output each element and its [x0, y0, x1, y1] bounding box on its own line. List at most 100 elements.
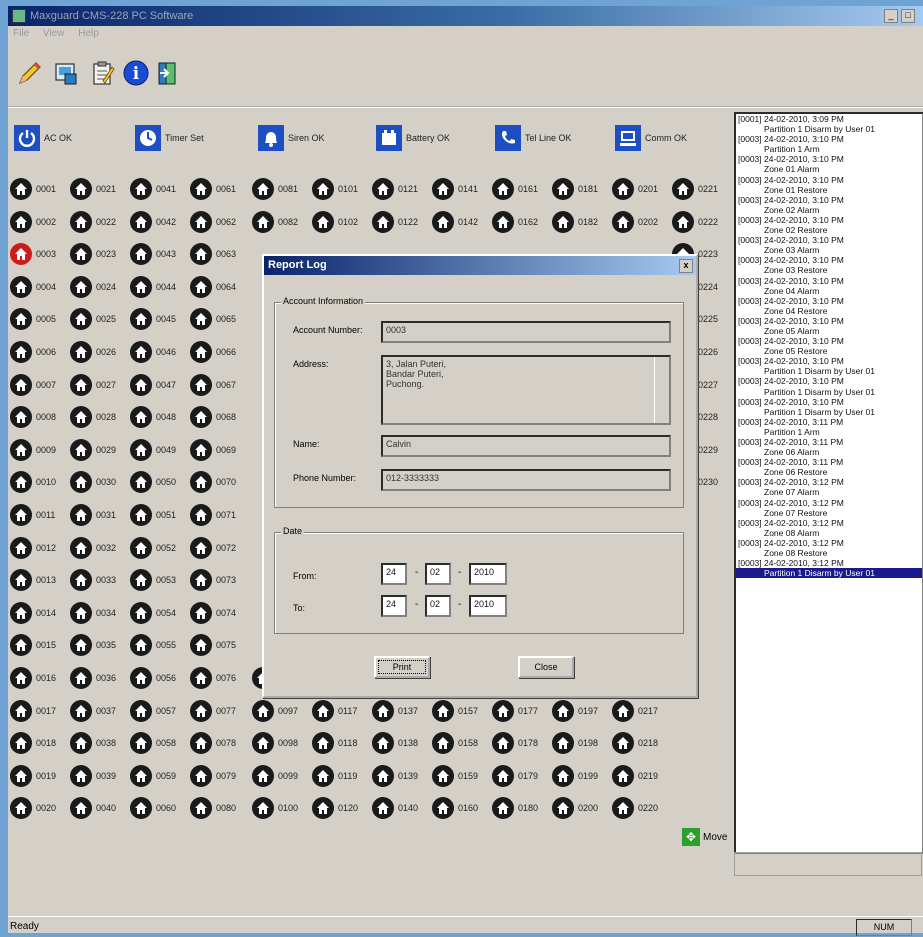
- log-entry-event[interactable]: Zone 07 Restore: [736, 508, 922, 518]
- log-entry-event[interactable]: Zone 01 Alarm: [736, 164, 922, 174]
- log-entry-header[interactable]: [0003] 24-02-2010, 3:11 PM: [736, 437, 922, 447]
- account-0005[interactable]: 0005: [10, 308, 56, 330]
- account-0098[interactable]: 0098: [252, 732, 298, 754]
- account-0013[interactable]: 0013: [10, 569, 56, 591]
- account-0004[interactable]: 0004: [10, 276, 56, 298]
- account-0063[interactable]: 0063: [190, 243, 236, 265]
- account-0159[interactable]: 0159: [432, 765, 478, 787]
- account-0051[interactable]: 0051: [130, 504, 176, 526]
- to-month-field[interactable]: 02: [425, 595, 451, 617]
- log-entry-header[interactable]: [0003] 24-02-2010, 3:12 PM: [736, 498, 922, 508]
- account-0044[interactable]: 0044: [130, 276, 176, 298]
- account-0059[interactable]: 0059: [130, 765, 176, 787]
- account-0071[interactable]: 0071: [190, 504, 236, 526]
- account-0010[interactable]: 0010: [10, 471, 56, 493]
- log-entry-event[interactable]: Partition 1 Arm: [736, 427, 922, 437]
- account-0099[interactable]: 0099: [252, 765, 298, 787]
- log-entry-header[interactable]: [0003] 24-02-2010, 3:10 PM: [736, 175, 922, 185]
- account-0031[interactable]: 0031: [70, 504, 116, 526]
- log-entry-header[interactable]: [0003] 24-02-2010, 3:12 PM: [736, 518, 922, 528]
- account-0043[interactable]: 0043: [130, 243, 176, 265]
- account-0157[interactable]: 0157: [432, 700, 478, 722]
- log-entry-event[interactable]: Partition 1 Disarm by User 01: [736, 366, 922, 376]
- log-entry-header[interactable]: [0003] 24-02-2010, 3:10 PM: [736, 336, 922, 346]
- log-entry-header[interactable]: [0003] 24-02-2010, 3:12 PM: [736, 558, 922, 568]
- account-0052[interactable]: 0052: [130, 537, 176, 559]
- log-entry-header[interactable]: [0003] 24-02-2010, 3:10 PM: [736, 276, 922, 286]
- log-entry-event[interactable]: Zone 05 Restore: [736, 346, 922, 356]
- log-entry-event[interactable]: Zone 08 Alarm: [736, 528, 922, 538]
- account-0120[interactable]: 0120: [312, 797, 358, 819]
- log-entry-event[interactable]: Zone 05 Alarm: [736, 326, 922, 336]
- address-field[interactable]: 3, Jalan Puteri, Bandar Puteri, Puchong.: [381, 355, 671, 425]
- account-0012[interactable]: 0012: [10, 537, 56, 559]
- account-0097[interactable]: 0097: [252, 700, 298, 722]
- log-entry-event[interactable]: Zone 03 Restore: [736, 265, 922, 275]
- menu-help[interactable]: Help: [78, 28, 99, 39]
- account-0040[interactable]: 0040: [70, 797, 116, 819]
- account-0221[interactable]: 0221: [672, 178, 718, 200]
- account-0062[interactable]: 0062: [190, 211, 236, 233]
- account-0073[interactable]: 0073: [190, 569, 236, 591]
- account-0061[interactable]: 0061: [190, 178, 236, 200]
- account-0101[interactable]: 0101: [312, 178, 358, 200]
- report-button[interactable]: [86, 56, 118, 90]
- account-0036[interactable]: 0036: [70, 667, 116, 689]
- account-0050[interactable]: 0050: [130, 471, 176, 493]
- account-0009[interactable]: 0009: [10, 439, 56, 461]
- log-entry-event[interactable]: Partition 1 Disarm by User 01: [736, 407, 922, 417]
- account-0201[interactable]: 0201: [612, 178, 658, 200]
- account-0064[interactable]: 0064: [190, 276, 236, 298]
- menu-view[interactable]: View: [43, 28, 65, 39]
- account-0161[interactable]: 0161: [492, 178, 538, 200]
- account-0140[interactable]: 0140: [372, 797, 418, 819]
- account-0219[interactable]: 0219: [612, 765, 658, 787]
- account-0038[interactable]: 0038: [70, 732, 116, 754]
- account-0028[interactable]: 0028: [70, 406, 116, 428]
- menu-file[interactable]: File: [13, 28, 29, 39]
- account-0160[interactable]: 0160: [432, 797, 478, 819]
- log-entry-header[interactable]: [0003] 24-02-2010, 3:10 PM: [736, 296, 922, 306]
- log-entry-event[interactable]: Zone 06 Alarm: [736, 447, 922, 457]
- account-0200[interactable]: 0200: [552, 797, 598, 819]
- account-0121[interactable]: 0121: [372, 178, 418, 200]
- account-0003[interactable]: 0003: [10, 243, 56, 265]
- log-entry-header[interactable]: [0003] 24-02-2010, 3:11 PM: [736, 457, 922, 467]
- log-entry-header[interactable]: [0003] 24-02-2010, 3:12 PM: [736, 477, 922, 487]
- log-entry-event[interactable]: Partition 1 Disarm by User 01: [736, 387, 922, 397]
- account-0220[interactable]: 0220: [612, 797, 658, 819]
- account-0070[interactable]: 0070: [190, 471, 236, 493]
- account-0006[interactable]: 0006: [10, 341, 56, 363]
- dialog-close-icon[interactable]: x: [679, 259, 693, 273]
- account-0080[interactable]: 0080: [190, 797, 236, 819]
- log-entry-header[interactable]: [0003] 24-02-2010, 3:10 PM: [736, 397, 922, 407]
- account-0014[interactable]: 0014: [10, 602, 56, 624]
- account-0076[interactable]: 0076: [190, 667, 236, 689]
- account-0035[interactable]: 0035: [70, 634, 116, 656]
- account-0048[interactable]: 0048: [130, 406, 176, 428]
- name-field[interactable]: Calvin: [381, 435, 671, 457]
- log-entry-header[interactable]: [0003] 24-02-2010, 3:10 PM: [736, 215, 922, 225]
- minimize-button[interactable]: _: [884, 9, 898, 23]
- account-0217[interactable]: 0217: [612, 700, 658, 722]
- exit-button[interactable]: [152, 56, 184, 90]
- log-entry-event[interactable]: Zone 06 Restore: [736, 467, 922, 477]
- to-day-field[interactable]: 24: [381, 595, 407, 617]
- log-entry-header[interactable]: [0003] 24-02-2010, 3:12 PM: [736, 538, 922, 548]
- log-entry-event[interactable]: Zone 03 Alarm: [736, 245, 922, 255]
- log-entry-event[interactable]: Zone 02 Restore: [736, 225, 922, 235]
- account-0075[interactable]: 0075: [190, 634, 236, 656]
- account-0017[interactable]: 0017: [10, 700, 56, 722]
- log-entry-event[interactable]: Zone 08 Restore: [736, 548, 922, 558]
- account-0025[interactable]: 0025: [70, 308, 116, 330]
- account-0015[interactable]: 0015: [10, 634, 56, 656]
- account-0202[interactable]: 0202: [612, 211, 658, 233]
- account-0177[interactable]: 0177: [492, 700, 538, 722]
- log-entry-header[interactable]: [0001] 24-02-2010, 3:09 PM: [736, 114, 922, 124]
- account-0002[interactable]: 0002: [10, 211, 56, 233]
- account-0068[interactable]: 0068: [190, 406, 236, 428]
- account-0079[interactable]: 0079: [190, 765, 236, 787]
- account-0067[interactable]: 0067: [190, 374, 236, 396]
- account-0102[interactable]: 0102: [312, 211, 358, 233]
- account-0141[interactable]: 0141: [432, 178, 478, 200]
